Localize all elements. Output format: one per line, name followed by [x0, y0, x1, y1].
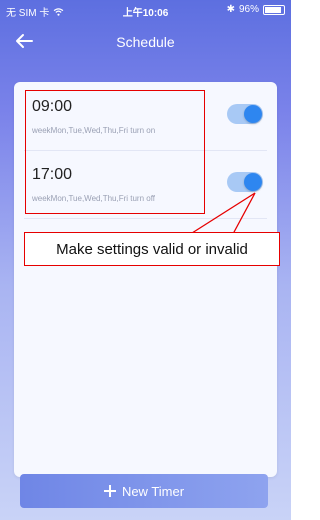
new-timer-label: New Timer	[121, 483, 185, 499]
toggle-knob	[244, 173, 262, 191]
annotation-callout: Make settings valid or invalid	[24, 232, 280, 266]
timer-toggle[interactable]	[227, 172, 263, 192]
bluetooth-icon: ✱	[226, 4, 235, 15]
nav-bar: Schedule	[0, 26, 291, 56]
new-timer-button[interactable]: New Timer	[20, 474, 268, 508]
toggle-knob	[244, 105, 262, 123]
plus-icon	[103, 485, 116, 497]
battery-icon	[263, 4, 285, 15]
status-bar: 无 SIM 卡 上午10:06 ✱ 96%	[0, 0, 291, 20]
timer-toggle[interactable]	[227, 104, 263, 124]
timer-highlight-box	[25, 90, 205, 214]
page-title: Schedule	[116, 34, 175, 50]
battery-percent: 96%	[238, 4, 259, 15]
